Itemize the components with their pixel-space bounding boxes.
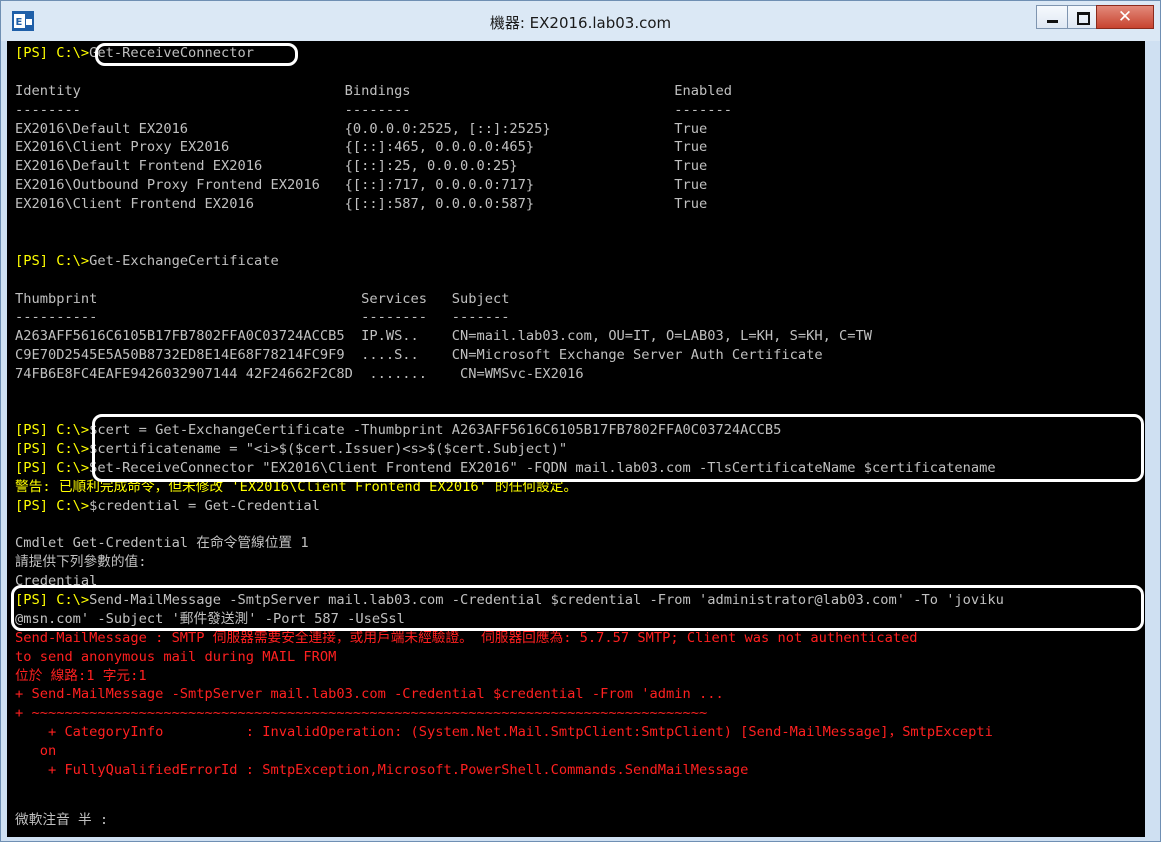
minimize-button[interactable] bbox=[1036, 5, 1068, 29]
close-button[interactable]: ✕ bbox=[1096, 5, 1154, 29]
console-line: 74FB6E8FC4EAFE9426032907144 42F24662F2C8… bbox=[15, 366, 584, 382]
console-line: EX2016\Outbound Proxy Frontend EX2016 {[… bbox=[15, 177, 708, 193]
scrollbar[interactable] bbox=[1145, 41, 1160, 837]
console-line: [PS] C:\>$credential = Get-Credential bbox=[15, 498, 320, 514]
console-line: A263AFF5616C6105B17FB7802FFA0C03724ACCB5… bbox=[15, 328, 873, 344]
console-window: E 機器: EX2016.lab03.com ✕ [PS] C:\>Get-Re… bbox=[0, 0, 1161, 842]
highlight-box-get-receiveconnector bbox=[95, 43, 298, 66]
console-line: EX2016\Default EX2016 {0.0.0.0:2525, [::… bbox=[15, 121, 708, 137]
console-line: Cmdlet Get-Credential 在命令管線位置 1 bbox=[15, 535, 309, 551]
error-line: + FullyQualifiedErrorId : SmtpException,… bbox=[15, 762, 749, 778]
console-line: EX2016\Client Proxy EX2016 {[::]:465, 0.… bbox=[15, 139, 708, 155]
console-line: [PS] C:\>Get-ExchangeCertificate bbox=[15, 253, 279, 269]
console-line: EX2016\Default Frontend EX2016 {[::]:25,… bbox=[15, 158, 708, 174]
ime-status-line: 微軟注音 半 : bbox=[15, 812, 109, 828]
console-output[interactable]: [PS] C:\>Get-ReceiveConnector Identity B… bbox=[7, 41, 1145, 837]
title-bar[interactable]: E 機器: EX2016.lab03.com ✕ bbox=[1, 1, 1160, 41]
console-line: 請提供下列參數的值: bbox=[15, 554, 147, 570]
error-line: + Send-MailMessage -SmtpServer mail.lab0… bbox=[15, 686, 724, 702]
error-line: 位於 線路:1 字元:1 bbox=[15, 668, 147, 684]
window-title: 機器: EX2016.lab03.com bbox=[489, 14, 672, 32]
maximize-icon bbox=[1077, 12, 1090, 25]
console-line: ---------- -------- ------- bbox=[15, 309, 510, 325]
console-line: C9E70D2545E5A50B8732ED8E14E68F78214FC9F9… bbox=[15, 347, 823, 363]
console-line: EX2016\Client Frontend EX2016 {[::]:587,… bbox=[15, 196, 708, 212]
close-icon: ✕ bbox=[1117, 7, 1133, 27]
highlight-box-send-mailmessage bbox=[11, 585, 1144, 631]
maximize-button[interactable] bbox=[1067, 5, 1097, 29]
error-line: on bbox=[15, 743, 57, 759]
error-line: + CategoryInfo : InvalidOperation: (Syst… bbox=[15, 724, 993, 740]
console-line: Identity Bindings Enabled bbox=[15, 83, 732, 99]
error-line: Send-MailMessage : SMTP 伺服器需要安全連接，或用戶端未經… bbox=[15, 630, 918, 646]
minimize-icon bbox=[1047, 20, 1058, 23]
console-line: Thumbprint Services Subject bbox=[15, 291, 510, 307]
highlight-box-set-receiveconnector bbox=[92, 414, 1144, 482]
error-line: + ~~~~~~~~~~~~~~~~~~~~~~~~~~~~~~~~~~~~~~… bbox=[15, 705, 708, 721]
error-line: to send anonymous mail during MAIL FROM bbox=[15, 649, 337, 665]
console-line: -------- -------- ------- bbox=[15, 102, 732, 118]
